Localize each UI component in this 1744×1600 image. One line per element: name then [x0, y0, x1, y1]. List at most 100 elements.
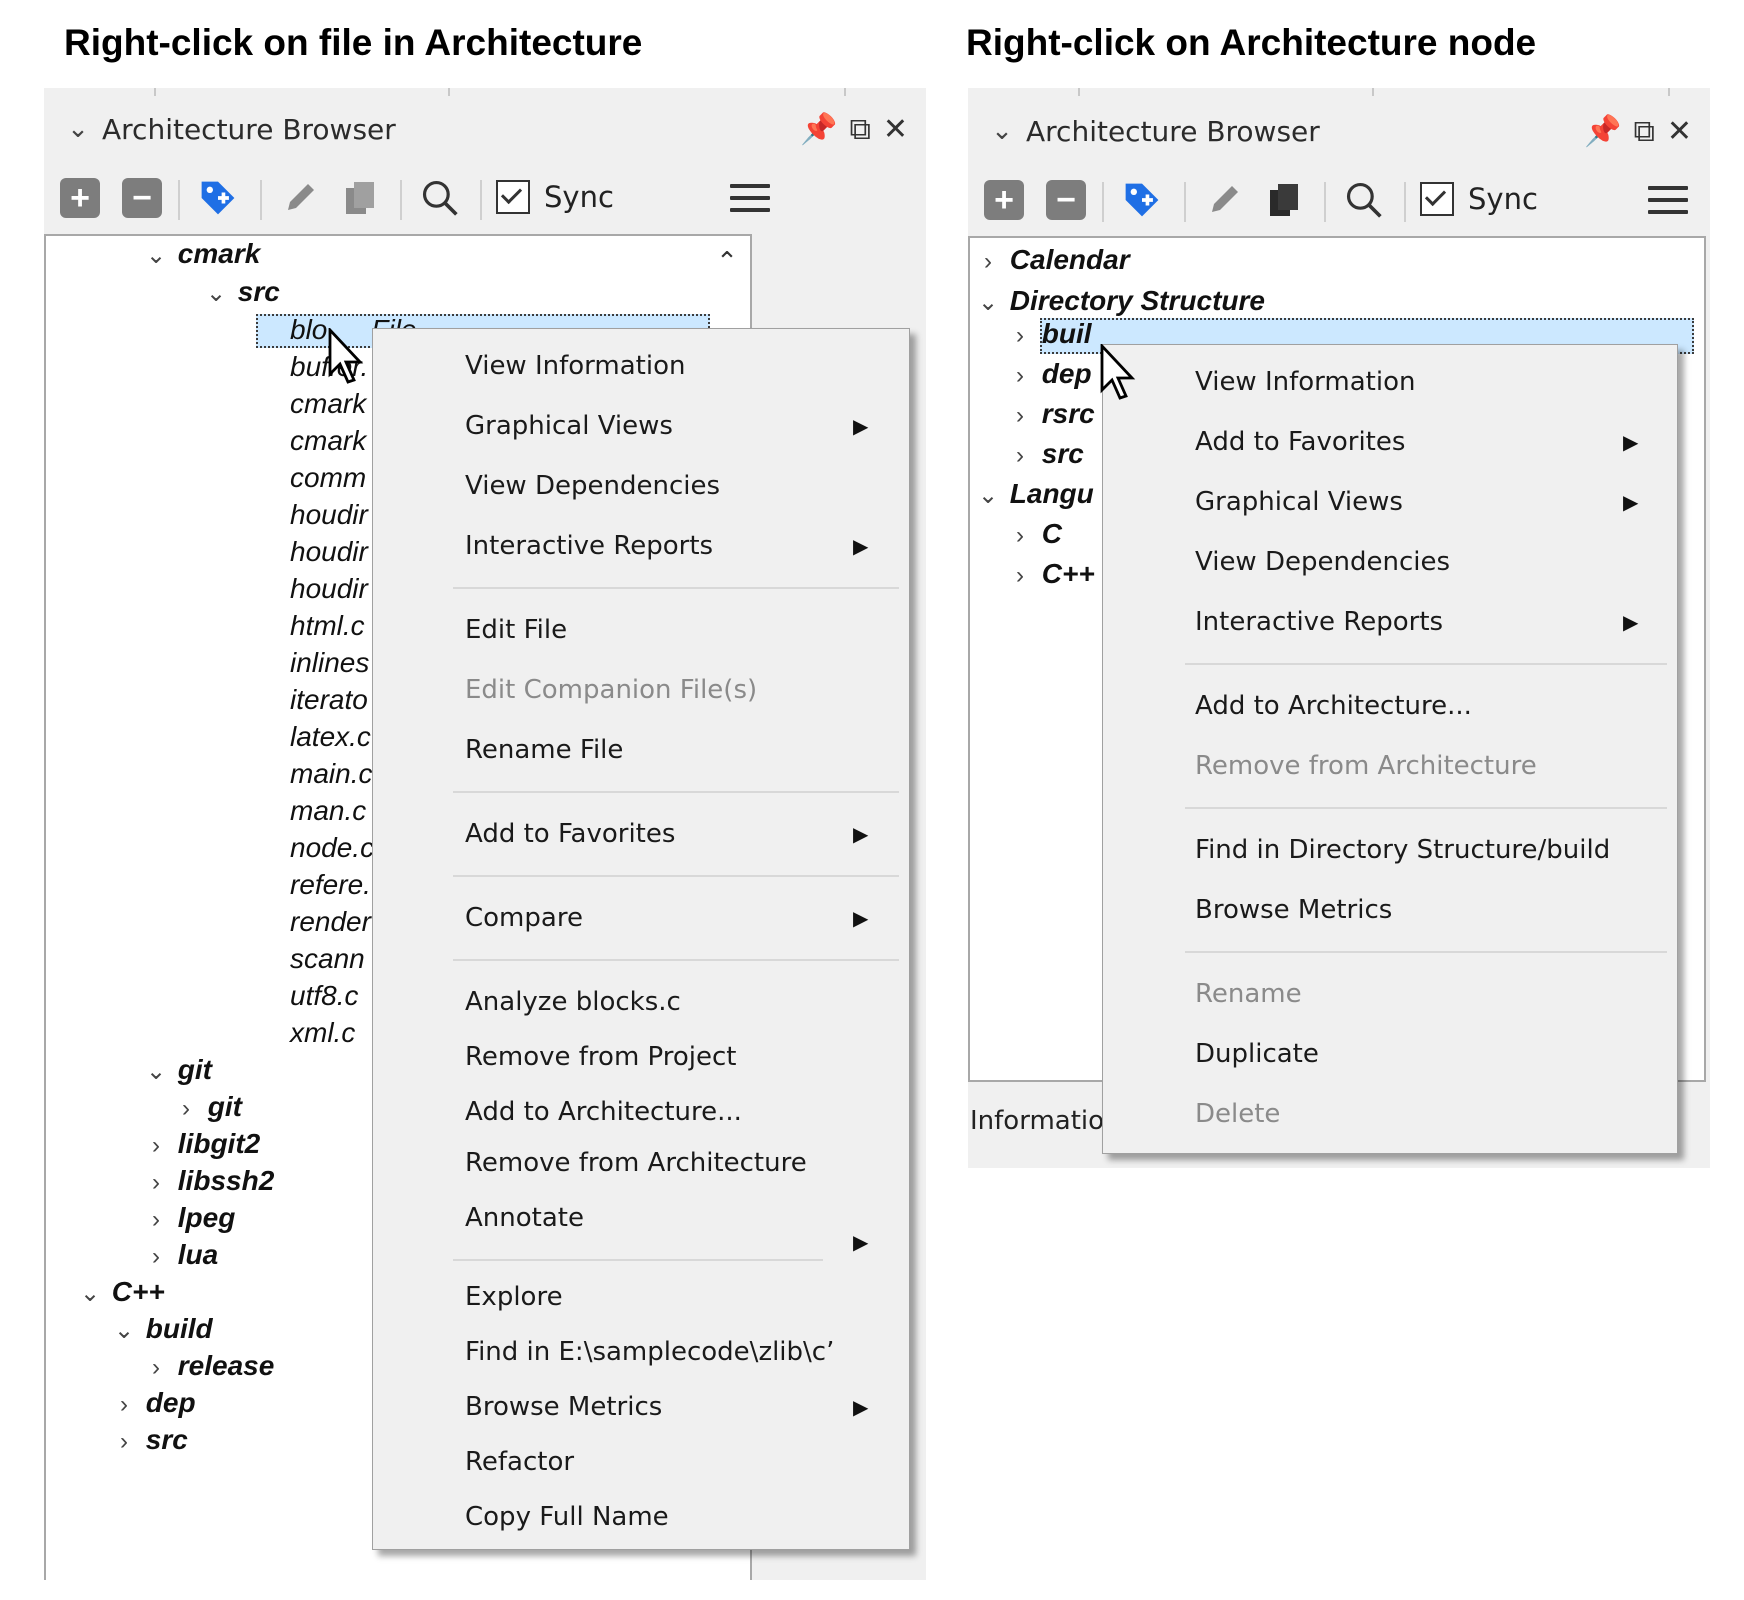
copy-icon[interactable] [340, 178, 380, 218]
float-icon[interactable]: ⧉ [1633, 114, 1654, 149]
tree-node-git[interactable]: ⌄ git [142, 1052, 212, 1088]
tree-file[interactable]: html.c [290, 608, 365, 644]
menu-item-edit-companion-files[interactable]: Edit Companion File(s) [373, 667, 909, 713]
scroll-up-arrow-icon[interactable]: ⌃ [710, 246, 744, 280]
menu-item-add-to-architecture[interactable]: Add to Architecture... [1103, 683, 1677, 729]
tree-file[interactable]: render [290, 904, 371, 940]
tag-icon[interactable] [198, 178, 238, 218]
dock-tab-strip[interactable] [44, 88, 926, 96]
tree-node-cmark[interactable]: ⌄ cmark [142, 236, 260, 272]
tree-node-build[interactable]: › buil [1006, 316, 1092, 352]
float-icon[interactable]: ⧉ [849, 112, 870, 147]
tree-file[interactable]: inlines [290, 645, 369, 681]
menu-item-interactive-reports[interactable]: Interactive Reports ▶ [1103, 599, 1677, 645]
tree-file[interactable]: latex.c [290, 719, 371, 755]
expand-all-icon[interactable]: + [60, 178, 100, 218]
menu-icon[interactable] [730, 184, 770, 220]
menu-item-graphical-views[interactable]: Graphical Views ▶ [1103, 479, 1677, 525]
tree-node-calendar[interactable]: › Calendar [974, 242, 1130, 278]
menu-item-find-in[interactable]: Find in E:\samplecode\zlib\c’ [373, 1329, 909, 1375]
menu-item-rename[interactable]: Rename [1103, 971, 1677, 1017]
collapse-all-icon[interactable]: − [1046, 180, 1086, 220]
menu-item-refactor[interactable]: Refactor [373, 1439, 909, 1485]
menu-item-delete[interactable]: Delete [1103, 1091, 1677, 1137]
menu-item-view-information[interactable]: View Information [373, 343, 909, 389]
collapse-chevron-icon[interactable]: ⌄ [984, 116, 1020, 146]
tree-node-dep[interactable]: › dep [110, 1385, 196, 1421]
tree-file[interactable]: houdir [290, 497, 368, 533]
tag-icon[interactable] [1122, 180, 1162, 220]
dock-tab-strip[interactable] [968, 88, 1710, 96]
pin-icon[interactable]: 📌 [800, 112, 837, 147]
menu-item-browse-metrics[interactable]: Browse Metrics [1103, 887, 1677, 933]
edit-icon[interactable] [1204, 180, 1244, 220]
tree-file[interactable]: scann [290, 941, 365, 977]
tree-node-src[interactable]: › src [1006, 436, 1084, 472]
tree-file[interactable]: main.c [290, 756, 372, 792]
edit-icon[interactable] [280, 178, 320, 218]
search-icon[interactable] [1344, 180, 1384, 220]
tree-node-lua[interactable]: › lua [142, 1237, 218, 1273]
tree-file[interactable]: cmark [290, 423, 366, 459]
tree-file[interactable]: comm [290, 460, 366, 496]
tree-node-lpeg[interactable]: › lpeg [142, 1200, 235, 1236]
tree-node-src[interactable]: ⌄ src [202, 274, 280, 310]
menu-item-remove-from-architecture[interactable]: Remove from Architecture [373, 1140, 909, 1186]
collapse-all-icon[interactable]: − [122, 178, 162, 218]
checkbox-checked-icon[interactable] [496, 180, 530, 214]
tree-file[interactable]: utf8.c [290, 978, 358, 1014]
tree-file[interactable]: node.c [290, 830, 374, 866]
menu-item-analyze[interactable]: Analyze blocks.c [373, 979, 909, 1025]
menu-item-edit-file[interactable]: Edit File [373, 607, 909, 653]
menu-item-rename-file[interactable]: Rename File [373, 727, 909, 773]
tree-node-release[interactable]: › release [142, 1348, 274, 1384]
tree-node-languages[interactable]: ⌄ Langu [974, 476, 1094, 512]
menu-item-add-to-favorites[interactable]: Add to Favorites ▶ [1103, 419, 1677, 465]
expand-all-icon[interactable]: + [984, 180, 1024, 220]
menu-item-copy-full-name[interactable]: Copy Full Name [373, 1494, 909, 1540]
tree-node-c[interactable]: › C [1006, 516, 1062, 552]
menu-item-remove-from-architecture[interactable]: Remove from Architecture [1103, 743, 1677, 789]
tree-file[interactable]: houdir [290, 534, 368, 570]
menu-item-interactive-reports[interactable]: Interactive Reports ▶ [373, 523, 909, 569]
collapse-chevron-icon[interactable]: ⌄ [60, 114, 96, 144]
tree-file[interactable]: cmark [290, 386, 366, 422]
close-icon[interactable]: ✕ [1667, 114, 1692, 149]
tree-node-cpp[interactable]: ⌄ C++ [76, 1274, 165, 1310]
tree-node-git-child[interactable]: › git [172, 1089, 242, 1125]
tree-file[interactable]: man.c [290, 793, 366, 829]
menu-item-explore[interactable]: Explore [373, 1274, 909, 1320]
tree-file[interactable]: houdir [290, 571, 368, 607]
tree-file[interactable]: iterato [290, 682, 368, 718]
menu-item-remove-from-project[interactable]: Remove from Project [373, 1034, 909, 1080]
tree-node-libgit2[interactable]: › libgit2 [142, 1126, 260, 1162]
menu-item-browse-metrics[interactable]: Browse Metrics ▶ [373, 1384, 909, 1430]
search-icon[interactable] [420, 178, 460, 218]
tree-node-rsrc[interactable]: › rsrc [1006, 396, 1095, 432]
tree-file[interactable]: xml.c [290, 1015, 355, 1051]
menu-item-add-to-favorites[interactable]: Add to Favorites ▶ [373, 811, 909, 857]
tree-node-directory-structure[interactable]: ⌄ Directory Structure [974, 283, 1265, 319]
checkbox-checked-icon[interactable] [1420, 182, 1454, 216]
menu-item-add-to-architecture[interactable]: Add to Architecture... [373, 1089, 909, 1135]
menu-item-compare[interactable]: Compare ▶ [373, 895, 909, 941]
tree-node-src-2[interactable]: › src [110, 1422, 188, 1458]
sync-checkbox[interactable]: Sync [1420, 182, 1538, 216]
tree-node-cpp[interactable]: › C++ [1006, 556, 1095, 592]
menu-item-graphical-views[interactable]: Graphical Views ▶ [373, 403, 909, 449]
menu-icon[interactable] [1648, 186, 1688, 222]
tree-file[interactable]: refere. [290, 867, 371, 903]
copy-icon[interactable] [1264, 180, 1304, 220]
sync-checkbox[interactable]: Sync [496, 180, 614, 214]
menu-item-view-information[interactable]: View Information [1103, 359, 1677, 405]
tree-node-dep[interactable]: › dep [1006, 356, 1092, 392]
tree-node-build[interactable]: ⌄ build [110, 1311, 213, 1347]
menu-item-view-dependencies[interactable]: View Dependencies [373, 463, 909, 509]
close-icon[interactable]: ✕ [883, 112, 908, 147]
pin-icon[interactable]: 📌 [1584, 114, 1621, 149]
menu-item-duplicate[interactable]: Duplicate [1103, 1031, 1677, 1077]
tree-node-libssh2[interactable]: › libssh2 [142, 1163, 274, 1199]
menu-item-find-in-directory[interactable]: Find in Directory Structure/build [1103, 827, 1677, 873]
menu-item-view-dependencies[interactable]: View Dependencies [1103, 539, 1677, 585]
information-tab[interactable]: Informatio [970, 1106, 1104, 1136]
